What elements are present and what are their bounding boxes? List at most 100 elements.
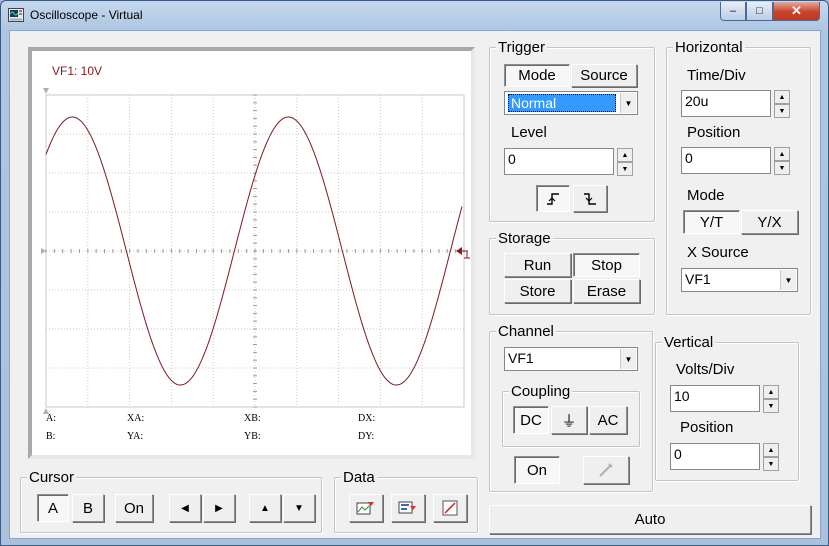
arrow-left-icon: ◀ — [181, 502, 189, 514]
clear-data-button[interactable] — [433, 494, 467, 522]
erase-button[interactable]: Erase — [573, 279, 640, 303]
trigger-level-label: Level — [511, 124, 547, 141]
minimize-icon: – — [729, 5, 737, 17]
readout-xa: XA: — [127, 413, 145, 424]
h-position-label: Position — [687, 124, 741, 141]
ground-icon: ⏚ — [561, 412, 577, 430]
readout-b: B: — [46, 431, 56, 442]
x-source-select[interactable]: VF1 ▼ — [681, 268, 798, 292]
scope-grid — [41, 88, 470, 414]
h-mode-label: Mode — [687, 187, 725, 204]
store-button[interactable]: Store — [504, 279, 571, 303]
time-div-down[interactable]: ▼ — [774, 104, 790, 118]
cursor-down-button[interactable]: ▼ — [283, 494, 315, 522]
v-position-down[interactable]: ▼ — [763, 457, 779, 471]
spin-down-icon: ▼ — [778, 107, 786, 115]
chevron-down-icon[interactable]: ▼ — [780, 270, 796, 290]
export-image-icon — [356, 502, 374, 515]
data-group: Data — [334, 469, 478, 533]
data-title: Data — [341, 469, 377, 486]
time-div-label: Time/Div — [687, 67, 746, 84]
trigger-mode-select[interactable]: Normal ▼ — [504, 91, 638, 115]
close-icon: ✕ — [791, 3, 802, 18]
oscilloscope-window: Oscilloscope - Virtual – □ ✕ VF1: 10V A:… — [0, 0, 829, 546]
stop-button[interactable]: Stop — [573, 253, 640, 277]
cursor-left-button[interactable]: ◀ — [169, 494, 201, 522]
chevron-down-icon[interactable]: ▼ — [620, 349, 636, 369]
trigger-level-input[interactable]: 0 — [504, 148, 614, 175]
mode-yt-button[interactable]: Y/T — [683, 210, 740, 234]
tab-trigger-mode[interactable]: Mode — [504, 64, 570, 87]
minimize-button[interactable]: – — [720, 2, 746, 21]
client-area: VF1: 10V A: B: XA: YA: XB: YB: DX: DY: T… — [9, 30, 821, 539]
cursor-up-button[interactable]: ▲ — [249, 494, 281, 522]
arrow-right-icon: ▶ — [215, 502, 223, 514]
app-icon — [8, 8, 24, 22]
channel-select[interactable]: VF1 ▼ — [504, 347, 638, 371]
trigger-title: Trigger — [496, 39, 547, 56]
cursor-b-button[interactable]: B — [72, 494, 104, 522]
h-position-down[interactable]: ▼ — [774, 161, 790, 175]
v-position-up[interactable]: ▲ — [763, 443, 779, 457]
chevron-down-icon[interactable]: ▼ — [620, 93, 636, 113]
v-position-input[interactable]: 0 — [670, 443, 760, 470]
vertical-group: Vertical Volts/Div 10 ▲ ▼ Position 0 ▲ ▼ — [655, 334, 799, 481]
cursor-on-button[interactable]: On — [115, 494, 153, 522]
cursor-a-button[interactable]: A — [37, 494, 69, 522]
export-image-button[interactable] — [349, 494, 383, 522]
readout-xb: XB: — [244, 413, 261, 424]
spin-up-icon: ▲ — [767, 388, 775, 396]
v-position-label: Position — [680, 419, 734, 436]
volts-div-label: Volts/Div — [676, 361, 735, 378]
clear-icon — [442, 500, 458, 516]
send-data-button[interactable] — [391, 494, 425, 522]
scope-display[interactable]: VF1: 10V A: B: XA: YA: XB: YB: DX: DY: — [28, 47, 475, 459]
h-position-up[interactable]: ▲ — [774, 147, 790, 161]
top-marker — [43, 88, 49, 94]
coupling-group: Coupling DC ⏚ AC — [502, 383, 640, 447]
coupling-gnd-button[interactable]: ⏚ — [551, 406, 587, 434]
h-position-input[interactable]: 0 — [681, 147, 771, 174]
x-source-value: VF1 — [685, 271, 711, 287]
volts-div-input[interactable]: 10 — [670, 385, 760, 412]
title-bar[interactable]: Oscilloscope - Virtual – □ ✕ — [1, 1, 828, 29]
spin-down-icon: ▼ — [767, 460, 775, 468]
close-button[interactable]: ✕ — [773, 2, 820, 21]
vertical-title: Vertical — [662, 334, 716, 351]
readout-dy: DY: — [358, 431, 375, 442]
rising-edge-icon — [547, 192, 559, 205]
volts-div-down[interactable]: ▼ — [763, 399, 779, 413]
trigger-level-down[interactable]: ▼ — [617, 162, 633, 176]
channel-on-button[interactable]: On — [514, 456, 560, 484]
storage-group: Storage Run Stop Store Erase — [489, 230, 655, 315]
storage-title: Storage — [496, 230, 553, 247]
spin-up-icon: ▲ — [767, 446, 775, 454]
trigger-falling-edge-button[interactable] — [573, 185, 607, 212]
coupling-dc-button[interactable]: DC — [513, 406, 549, 434]
horizontal-group: Horizontal Time/Div 20u ▲ ▼ Position 0 ▲… — [666, 39, 811, 315]
trigger-level-up[interactable]: ▲ — [617, 148, 633, 162]
time-div-up[interactable]: ▲ — [774, 90, 790, 104]
readout-yb: YB: — [244, 431, 261, 442]
cursor-right-button[interactable]: ▶ — [203, 494, 235, 522]
run-button[interactable]: Run — [504, 253, 571, 277]
channel-group: Channel VF1 ▼ Coupling DC ⏚ AC On — [489, 323, 653, 492]
maximize-button[interactable]: □ — [746, 2, 773, 21]
spin-up-icon: ▲ — [778, 93, 786, 101]
mode-yx-button[interactable]: Y/X — [741, 210, 798, 234]
trigger-rising-edge-button[interactable] — [536, 185, 570, 212]
cursor-group: Cursor A B On ◀ ▶ ▲ ▼ — [20, 469, 322, 533]
readout-dx: DX: — [358, 413, 376, 424]
probe-button[interactable] — [583, 456, 629, 484]
cursor-title: Cursor — [27, 469, 77, 486]
time-div-input[interactable]: 20u — [681, 90, 771, 117]
x-source-label: X Source — [687, 244, 749, 261]
volts-div-up[interactable]: ▲ — [763, 385, 779, 399]
auto-button[interactable]: Auto — [489, 505, 811, 534]
coupling-ac-button[interactable]: AC — [589, 406, 627, 434]
channel-value: VF1 — [508, 350, 534, 366]
horizontal-title: Horizontal — [673, 39, 745, 56]
tab-trigger-source[interactable]: Source — [571, 64, 637, 87]
spin-up-icon: ▲ — [778, 150, 786, 158]
spin-down-icon: ▼ — [778, 164, 786, 172]
